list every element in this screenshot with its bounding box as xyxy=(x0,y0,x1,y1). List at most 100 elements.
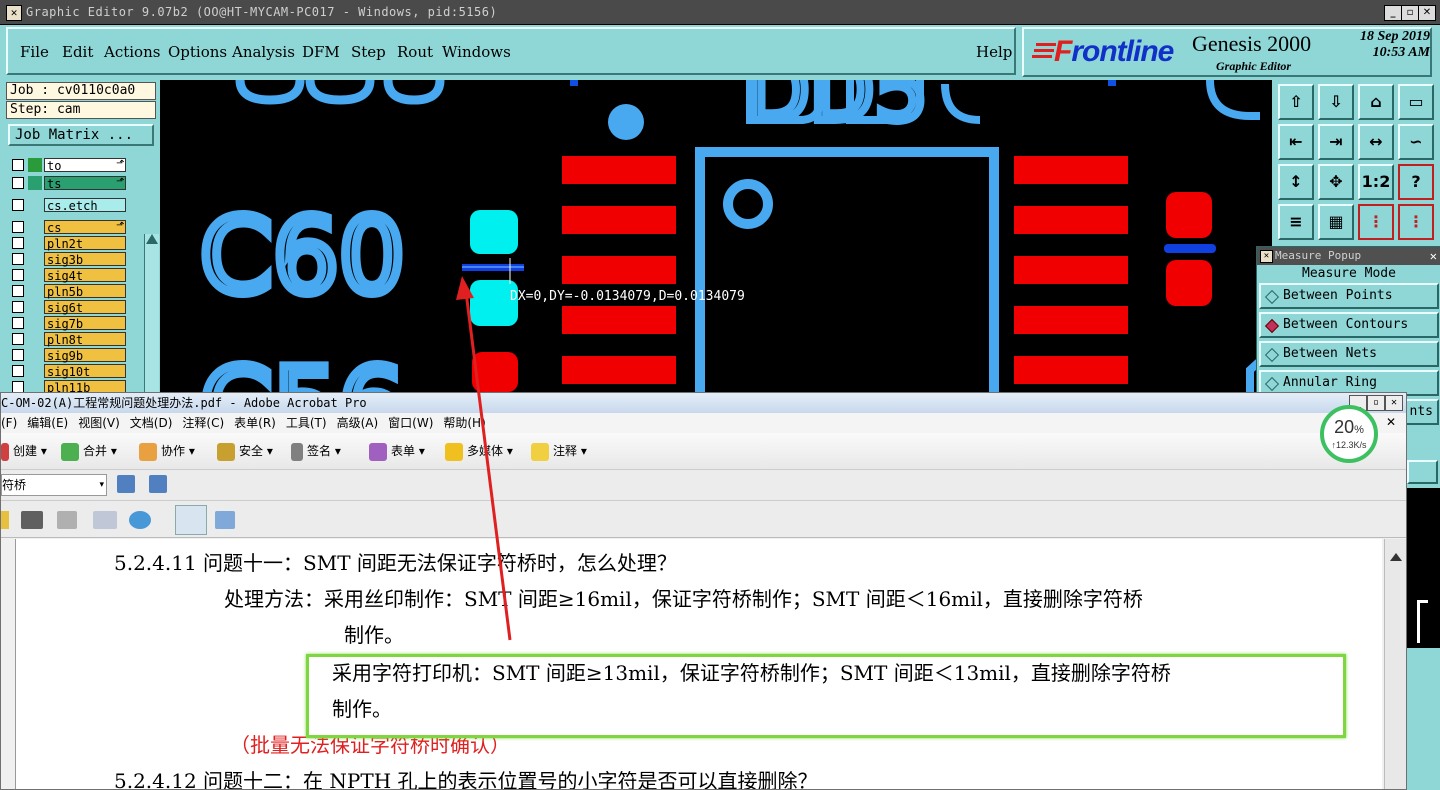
acrobat-menu-item[interactable]: (F) xyxy=(1,416,17,430)
pcb-canvas[interactable]: C60 C56 DD5 DX=0,DY=-0.0134079,D=0.01340… xyxy=(160,80,1272,392)
widget-close-icon[interactable]: ✕ xyxy=(1386,416,1398,428)
email-icon[interactable] xyxy=(93,511,117,529)
open-icon[interactable] xyxy=(1,511,9,529)
layer-row-cs-etch[interactable]: cs.etch xyxy=(8,198,136,213)
find-next-icon[interactable] xyxy=(149,475,167,493)
create-button[interactable]: 创建 ▾ xyxy=(1,441,47,461)
acrobat-menu-item[interactable]: 文档(D) xyxy=(130,416,173,430)
network-speed-widget[interactable]: 20% ↑12.3K/s xyxy=(1320,405,1378,463)
layer-name[interactable]: to xyxy=(44,158,126,173)
layer-checkbox[interactable] xyxy=(12,365,24,377)
menu-dfm[interactable]: DFM xyxy=(302,43,340,61)
menu-rout[interactable]: Rout xyxy=(397,43,433,61)
acrobat-menu-item[interactable]: 注释(C) xyxy=(182,416,224,430)
layer-row-to[interactable]: to ⬏ xyxy=(8,158,136,173)
frame-tool-icon[interactable]: ▭ xyxy=(1398,84,1434,120)
layer-checkbox[interactable] xyxy=(12,177,24,189)
secure-button[interactable]: 安全 ▾ xyxy=(217,441,273,461)
layer-name[interactable]: sig10t xyxy=(44,364,126,379)
layer-checkbox[interactable] xyxy=(12,317,24,329)
layer-row-sig9b[interactable]: sig9b xyxy=(8,348,136,363)
layer-row-pln2t[interactable]: pln2t xyxy=(8,236,136,251)
wave-tool-icon[interactable]: ∽ xyxy=(1398,124,1434,160)
layer-checkbox[interactable] xyxy=(12,159,24,171)
full-screen-icon[interactable] xyxy=(215,511,235,529)
layer-row-cs[interactable]: cs ⬏ xyxy=(8,220,136,235)
layer-name[interactable]: cs.etch xyxy=(44,198,126,213)
close-button[interactable]: ✕ xyxy=(1418,5,1436,21)
scroll-up-icon[interactable] xyxy=(146,234,158,244)
layer-name[interactable]: sig3b xyxy=(44,252,126,267)
menu-step[interactable]: Step xyxy=(351,43,386,61)
acrobat-maximize-button[interactable]: ▫ xyxy=(1367,395,1385,411)
pan-tool-icon[interactable]: ✥ xyxy=(1318,164,1354,200)
comment-button[interactable]: 注释 ▾ xyxy=(531,441,587,461)
layer-name[interactable]: pln8t xyxy=(44,332,126,347)
job-name[interactable]: Job : cv0110c0a0 xyxy=(6,82,156,100)
layer-name[interactable]: pln2t xyxy=(44,236,126,251)
menu-options[interactable]: Options xyxy=(168,43,227,61)
layer-checkbox[interactable] xyxy=(12,269,24,281)
acrobat-menu-item[interactable]: 窗口(W) xyxy=(388,416,433,430)
scale-tool-icon[interactable]: 1:2 xyxy=(1358,164,1394,200)
grid-tool-icon[interactable]: ▦ xyxy=(1318,204,1354,240)
layer-name[interactable]: sig4t xyxy=(44,268,126,283)
layer-checkbox[interactable] xyxy=(12,253,24,265)
acrobat-menu-item[interactable]: 工具(T) xyxy=(286,416,327,430)
menu-file[interactable]: File xyxy=(20,43,49,61)
measure-option-between-points[interactable]: Between Points xyxy=(1259,283,1439,309)
acrobat-close-button[interactable]: ✕ xyxy=(1385,395,1403,411)
fit-page-icon[interactable] xyxy=(175,505,207,535)
layer-row-sig6t[interactable]: sig6t xyxy=(8,300,136,315)
popup-close-icon[interactable]: ✕ xyxy=(1430,247,1437,265)
layer-row-sig3b[interactable]: sig3b xyxy=(8,252,136,267)
layer-name[interactable]: ts xyxy=(44,176,126,191)
acrobat-menu-item[interactable]: 高级(A) xyxy=(337,416,379,430)
minimize-button[interactable]: _ xyxy=(1384,5,1402,21)
move-down-tool-icon[interactable]: ⇩ xyxy=(1318,84,1354,120)
measure-option-between-nets[interactable]: Between Nets xyxy=(1259,341,1439,367)
acrobat-menu-item[interactable]: 帮助(H) xyxy=(443,416,485,430)
layer-row-sig7b[interactable]: sig7b xyxy=(8,316,136,331)
print-icon[interactable] xyxy=(21,511,43,529)
scroll-up-icon[interactable] xyxy=(1390,553,1402,561)
layer-name[interactable]: sig7b xyxy=(44,316,126,331)
layer-name[interactable]: cs xyxy=(44,220,126,235)
layer-row-pln5b[interactable]: pln5b xyxy=(8,284,136,299)
pdf-scrollbar[interactable] xyxy=(1384,539,1406,789)
combine-button[interactable]: 合并 ▾ xyxy=(61,441,117,461)
layer-checkbox[interactable] xyxy=(12,349,24,361)
layer-name[interactable]: sig6t xyxy=(44,300,126,315)
save-icon[interactable] xyxy=(57,511,77,529)
layer-row-sig4t[interactable]: sig4t xyxy=(8,268,136,283)
layer-checkbox[interactable] xyxy=(12,301,24,313)
menu-actions[interactable]: Actions xyxy=(104,43,160,61)
layer-checkbox[interactable] xyxy=(12,237,24,249)
layer-name[interactable]: pln5b xyxy=(44,284,126,299)
split-tool-icon[interactable]: ↔ xyxy=(1358,124,1394,160)
multimedia-button[interactable]: 多媒体 ▾ xyxy=(445,441,513,461)
layers-tool-icon[interactable]: ≡ xyxy=(1278,204,1314,240)
layer-edit-icon[interactable]: ⬏ xyxy=(116,176,124,187)
maximize-button[interactable]: ▫ xyxy=(1401,5,1419,21)
layer-checkbox[interactable] xyxy=(12,199,24,211)
home-tool-icon[interactable]: ⌂ xyxy=(1358,84,1394,120)
web-icon[interactable] xyxy=(129,511,151,529)
acrobat-menu-item[interactable]: 表单(R) xyxy=(234,416,276,430)
layer-checkbox[interactable] xyxy=(12,285,24,297)
menu-analysis[interactable]: Analysis xyxy=(232,43,295,61)
find-previous-icon[interactable] xyxy=(117,475,135,493)
acrobat-menu-item[interactable]: 视图(V) xyxy=(78,416,120,430)
layer-checkbox[interactable] xyxy=(12,221,24,233)
signal-tool-icon[interactable]: ⋮ xyxy=(1358,204,1394,240)
move-left-tool-icon[interactable]: ⇤ xyxy=(1278,124,1314,160)
job-matrix-button[interactable]: Job Matrix ... xyxy=(8,124,154,146)
layer-edit-icon[interactable]: ⬏ xyxy=(116,220,124,231)
layer-checkbox[interactable] xyxy=(12,333,24,345)
layer-row-pln8t[interactable]: pln8t xyxy=(8,332,136,347)
move-right-tool-icon[interactable]: ⇥ xyxy=(1318,124,1354,160)
step-name[interactable]: Step: cam xyxy=(6,101,156,119)
vertical-tool-icon[interactable]: ↕ xyxy=(1278,164,1314,200)
strip-button[interactable] xyxy=(1407,460,1438,484)
sign-button[interactable]: 签名 ▾ xyxy=(291,441,341,461)
